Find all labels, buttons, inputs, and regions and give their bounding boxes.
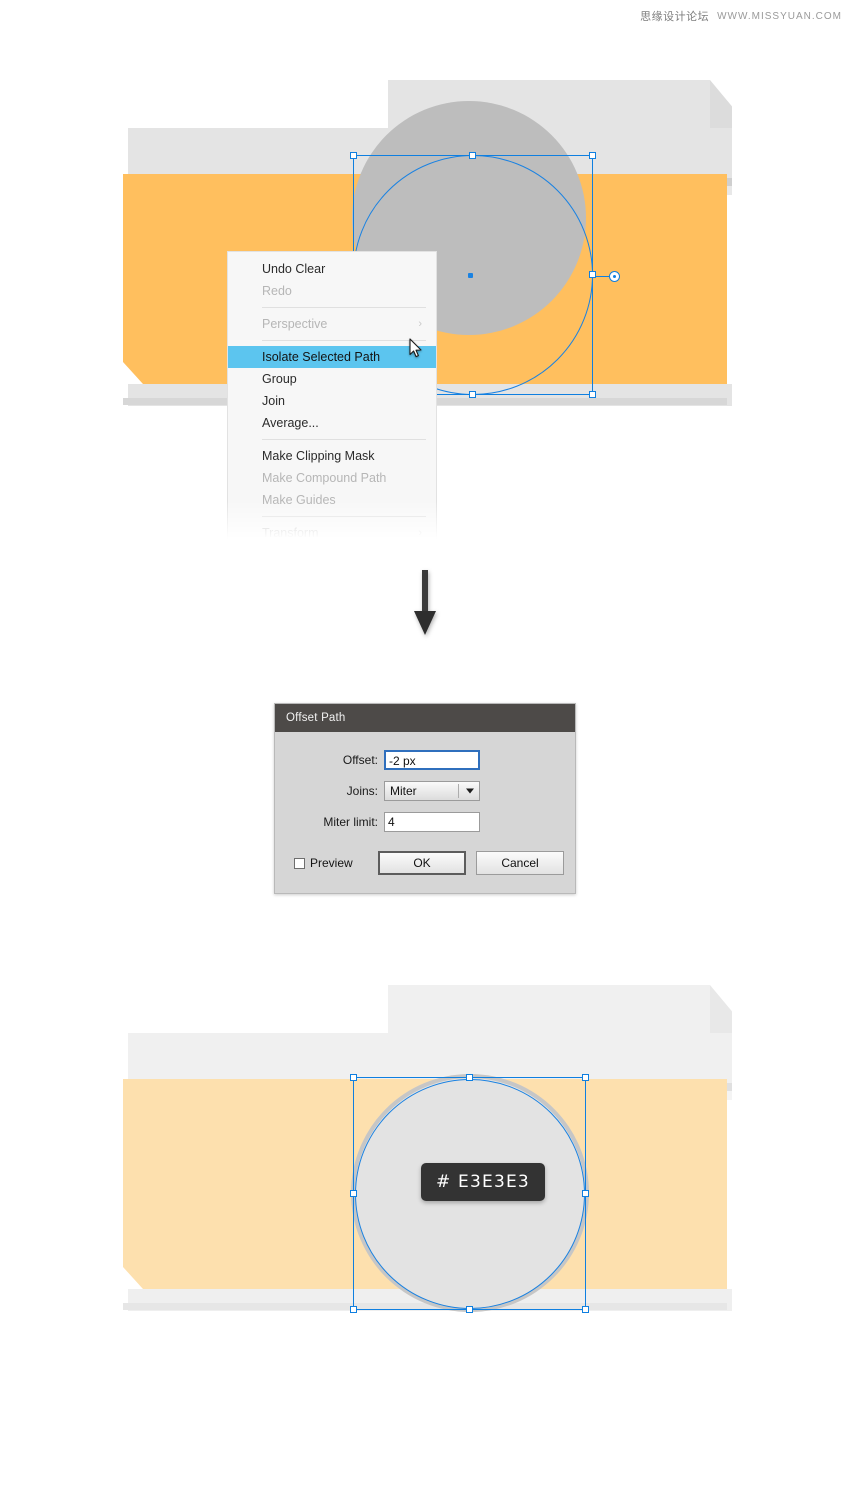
selection-handle-top-left[interactable] [350, 152, 357, 159]
menu-separator [262, 307, 426, 308]
camera-top-plate [388, 985, 710, 1033]
camera-body-upper [128, 1033, 732, 1083]
offset-label: Offset: [342, 753, 378, 767]
selection-handle-top-center[interactable] [465, 1074, 473, 1081]
joins-select-value: Miter [390, 784, 417, 798]
selection-handle-bottom-right[interactable] [589, 391, 596, 398]
dialog-title: Offset Path [275, 704, 575, 732]
menu-item-label: Make Guides [262, 493, 336, 507]
menu-item-label: Isolate Selected Path [262, 350, 381, 364]
dialog-body: Offset: -2 px Joins: Miter Miter limit: … [275, 732, 575, 893]
selection-handle-top-left[interactable] [350, 1074, 357, 1081]
chevron-right-icon: › [418, 318, 422, 330]
menu-item-label: Undo Clear [262, 262, 326, 276]
selection-handle-bottom-center[interactable] [465, 1306, 473, 1313]
dialog-actions: Preview OK Cancel [275, 851, 575, 875]
rotation-widget[interactable] [595, 271, 620, 282]
menu-item-perspective: Perspective › [228, 313, 436, 335]
ok-button[interactable]: OK [378, 851, 466, 875]
menu-item-label: Redo [262, 284, 292, 298]
menu-item-isolate-selected-path[interactable]: Isolate Selected Path [228, 346, 436, 368]
menu-item-label: Make Clipping Mask [262, 449, 375, 463]
hex-color-badge: # E3E3E3 [421, 1163, 545, 1201]
selection-handle-middle-right[interactable] [582, 1189, 589, 1197]
watermark-site-url: WWW.MISSYUAN.COM [717, 10, 842, 22]
menu-item-label: Average... [262, 416, 319, 430]
menu-item-transform: Transform › [228, 522, 436, 544]
rotation-widget-line [595, 276, 609, 277]
joins-row: Joins: Miter [275, 781, 575, 801]
menu-item-label: Join [262, 394, 285, 408]
chevron-down-icon [466, 788, 474, 794]
menu-item-average[interactable]: Average... [228, 412, 436, 434]
miter-limit-label: Miter limit: [323, 815, 378, 829]
preview-label: Preview [310, 856, 353, 870]
watermark-site-name: 思缘设计论坛 [640, 10, 710, 23]
camera-top-plate-bevel [710, 80, 732, 128]
menu-item-label: Arrange [262, 548, 307, 562]
selection-handle-bottom-center[interactable] [469, 391, 476, 398]
tutorial-page: 思缘设计论坛 WWW.MISSYUAN.COM Undo Clear Redo … [0, 0, 850, 1500]
watermark: 思缘设计论坛 WWW.MISSYUAN.COM [640, 8, 842, 24]
menu-item-join[interactable]: Join [228, 390, 436, 412]
flow-arrow-down-icon [414, 570, 436, 635]
menu-item-label: Group [262, 372, 297, 386]
miter-limit-input[interactable]: 4 [384, 812, 480, 832]
chevron-right-icon: › [418, 527, 422, 539]
chevron-right-icon: › [418, 549, 422, 561]
selection-handle-top-center[interactable] [469, 152, 476, 159]
menu-item-label: Make Compound Path [262, 471, 387, 485]
offset-path-dialog[interactable]: Offset Path Offset: -2 px Joins: Miter M… [274, 703, 576, 894]
miter-limit-row: Miter limit: 4 [275, 812, 575, 832]
selection-handle-bottom-right[interactable] [582, 1306, 589, 1313]
menu-separator [262, 439, 426, 440]
menu-separator [262, 340, 426, 341]
joins-select-divider [458, 784, 459, 798]
joins-label: Joins: [346, 784, 378, 798]
menu-item-make-clipping-mask[interactable]: Make Clipping Mask [228, 445, 436, 467]
rotation-widget-dot [613, 275, 616, 278]
selection-handle-bottom-left[interactable] [350, 1306, 357, 1313]
menu-item-make-compound-path: Make Compound Path [228, 467, 436, 489]
preview-checkbox[interactable] [294, 857, 305, 869]
menu-separator [262, 516, 426, 517]
offset-input[interactable]: -2 px [384, 750, 480, 770]
mouse-cursor-icon [409, 338, 422, 358]
cancel-button[interactable]: Cancel [476, 851, 564, 875]
illustration-bottom [123, 985, 732, 1330]
selection-handle-middle-left[interactable] [350, 1189, 357, 1197]
menu-item-label: Transform [262, 526, 319, 540]
camera-top-plate-bevel [710, 985, 732, 1033]
menu-item-make-guides: Make Guides [228, 489, 436, 511]
preview-checkbox-wrap[interactable]: Preview [294, 856, 378, 870]
offset-row: Offset: -2 px [275, 750, 575, 770]
menu-item-redo: Redo [228, 280, 436, 302]
menu-item-arrange: Arrange › [228, 544, 436, 566]
context-menu[interactable]: Undo Clear Redo Perspective › Isolate Se… [227, 251, 437, 567]
menu-item-group[interactable]: Group [228, 368, 436, 390]
selection-handle-top-right[interactable] [589, 152, 596, 159]
menu-item-undo-clear[interactable]: Undo Clear [228, 258, 436, 280]
menu-item-label: Perspective [262, 317, 328, 331]
selection-center-point [468, 273, 473, 278]
selection-handle-top-right[interactable] [582, 1074, 589, 1081]
joins-select[interactable]: Miter [384, 781, 480, 801]
rotation-widget-handle-icon[interactable] [609, 271, 620, 282]
